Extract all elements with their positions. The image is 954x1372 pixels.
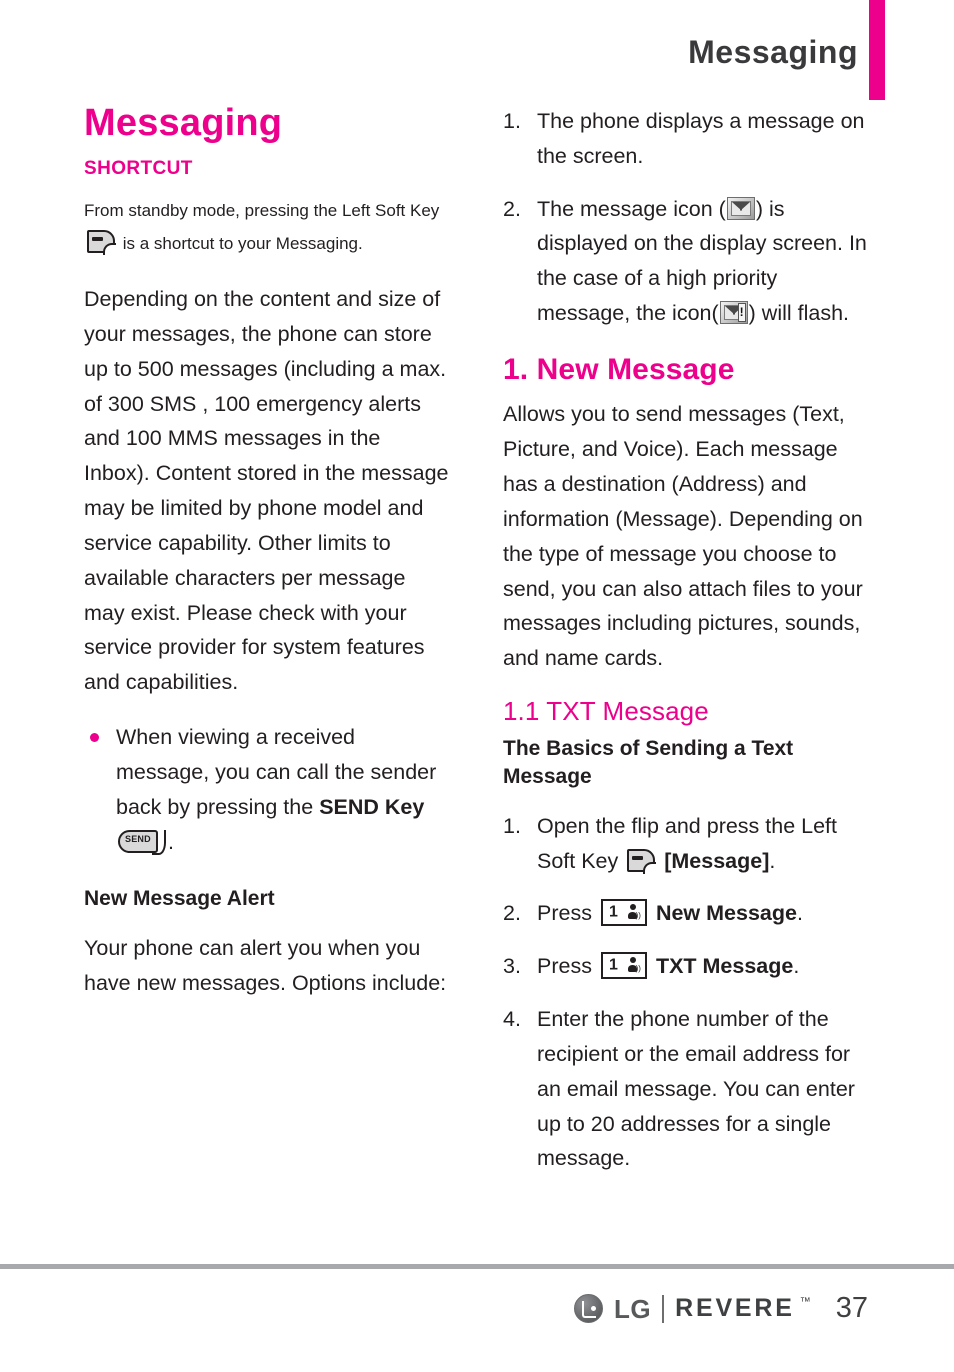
footer-divider [0,1264,954,1269]
message-envelope-icon [726,196,755,220]
page-footer: LG REVERE ™ 37 [0,1256,954,1372]
step-number: 1. [503,813,521,838]
txt-message-step-list: 1. Open the flip and press the Left Soft… [503,809,873,1176]
step-text-before: Press [537,901,592,926]
step-number: 2. [503,196,521,221]
number-key-1-icon: 1 )) [600,899,647,927]
lg-logo-icon [574,1294,604,1323]
soft-key-icon [87,230,116,256]
shortcut-note: From standby mode, pressing the Left Sof… [84,194,452,260]
step-text-end: . [796,901,803,926]
list-item: 1. The phone displays a message on the s… [503,104,873,174]
page-title: Messaging [84,102,283,144]
new-message-paragraph: Allows you to send messages (Text, Pictu… [503,402,863,671]
brand-lockup: LG REVERE ™ 37 [574,1294,868,1323]
soft-key-icon [627,848,657,874]
send-key-label: SEND Key [319,794,425,819]
section-heading-new-message: 1. New Message [503,352,735,386]
trademark-symbol: ™ [799,1296,811,1308]
step-text-segment-1: The message icon ( [537,196,726,221]
send-key-icon: SEND [118,829,166,855]
brand-model-text: REVERE [675,1294,795,1322]
brand-divider [662,1294,665,1323]
step-bold-label: TXT Message [655,954,794,979]
step-text-end: . [793,954,800,979]
step-text-before: Press [537,954,592,979]
left-column: Messaging SHORTCUT From standby mode, pr… [84,102,452,1021]
step-text-segment-3: ) will flash. [748,301,850,326]
high-priority-envelope-icon: ! [719,301,748,325]
list-item: 3. Press 1 )) TXT Message. [503,949,873,984]
shortcut-note-after: is a shortcut to your Messaging. [122,234,363,254]
bullet-list: When viewing a received message, you can… [84,720,452,859]
intro-step-list: 1. The phone displays a message on the s… [503,104,873,331]
list-item: 1. Open the flip and press the Left Soft… [503,809,873,879]
subsection-heading-txt-message: 1.1 TXT Message [503,696,709,727]
step-bold-label: [Message] [664,848,770,873]
step-number: 2. [503,901,521,926]
bullet-text-after: . [168,829,174,854]
new-message-alert-paragraph: Your phone can alert you when you have n… [84,936,447,995]
step-number: 4. [503,1007,521,1032]
running-header-title: Messaging [688,34,858,70]
storage-paragraph: Depending on the content and size of you… [84,287,449,695]
page-number: 37 [835,1292,868,1324]
list-item: When viewing a received message, you can… [84,720,452,859]
list-item: 4. Enter the phone number of the recipie… [503,1002,873,1176]
txt-message-lead: The Basics of Sending a Text Message [503,737,794,788]
step-number: 3. [503,954,521,979]
shortcut-note-before: From standby mode, pressing the Left Sof… [84,200,440,220]
header-accent-bar [869,0,885,100]
brand-lg-text: LG [614,1293,652,1324]
shortcut-heading: SHORTCUT [84,157,193,179]
step-text: Enter the phone number of the recipient … [537,1007,855,1171]
step-text: The phone displays a message on the scre… [537,109,865,168]
page-header: Messaging [0,0,954,104]
list-item: 2. The message icon ( ) is displayed on … [503,192,873,331]
step-bold-label: New Message [655,901,797,926]
step-number: 1. [503,109,521,133]
right-column: 1. The phone displays a message on the s… [503,104,873,1194]
number-key-1-icon: 1 )) [600,952,647,980]
bullet-dot-icon [90,733,99,743]
new-message-alert-heading: New Message Alert [84,887,275,911]
list-item: 2. Press 1 )) New Message. [503,896,873,931]
step-text-end: . [769,848,776,873]
